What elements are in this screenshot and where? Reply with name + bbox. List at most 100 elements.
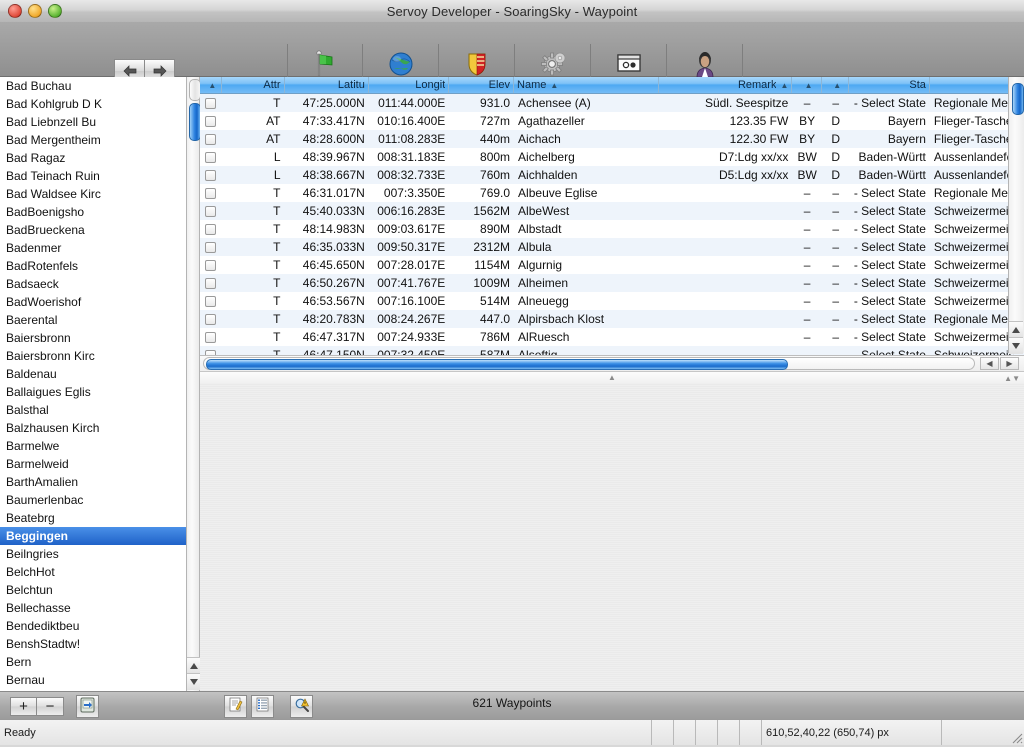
sidebar-list-item[interactable]: Bad Ragaz bbox=[0, 149, 186, 167]
cell-longitude: 009:03.617E bbox=[377, 222, 446, 236]
table-body[interactable]: T 47:25.000N 011:44.000E 931.0 Achensee (A) S… bbox=[200, 94, 1024, 364]
table-header-row[interactable]: ▲ Attr Latitu Longit Elev Name ▲ Remark ▲ ▲ ▲ Sta bbox=[200, 77, 1024, 94]
cell-latitude: 47:33.417N bbox=[302, 114, 365, 128]
hscroll-track[interactable] bbox=[203, 357, 975, 370]
sidebar-list-item[interactable]: BadBrueckena bbox=[0, 221, 186, 239]
row-select-checkbox[interactable] bbox=[200, 328, 222, 346]
sidebar-list-item[interactable]: Badenmer bbox=[0, 239, 186, 257]
table-row[interactable]: T 46:50.267N 007:41.767E 1009M Alheimen – – - S… bbox=[200, 274, 1024, 292]
hscroll-left-button[interactable]: ◀ bbox=[980, 357, 999, 370]
sidebar-list-item[interactable]: Beggingen bbox=[0, 527, 186, 545]
table-header-latitude[interactable]: Latitu bbox=[285, 77, 369, 93]
table-row[interactable]: L 48:38.667N 008:32.733E 760m Aichhalden D5:L… bbox=[200, 166, 1024, 184]
title-bar: Servoy Developer - SoaringSky - Waypoint bbox=[0, 0, 1024, 23]
sidebar-list-item[interactable]: BadBoenigsho bbox=[0, 203, 186, 221]
row-select-checkbox[interactable] bbox=[200, 220, 222, 238]
table-header-attr[interactable]: Attr bbox=[222, 77, 285, 93]
sidebar-list-item[interactable]: Baiersbronn bbox=[0, 329, 186, 347]
splitter-resize-icon[interactable]: ▲▼ bbox=[1004, 374, 1020, 383]
row-select-checkbox[interactable] bbox=[200, 310, 222, 328]
sidebar-list-item[interactable]: BarthAmalien bbox=[0, 473, 186, 491]
hscroll-thumb[interactable] bbox=[206, 359, 788, 370]
sidebar-list-item[interactable]: BadWoerishof bbox=[0, 293, 186, 311]
table-horizontal-scrollbar[interactable]: ◀ ▶ bbox=[200, 355, 1024, 372]
sidebar-list-item[interactable]: Bad Kohlgrub D K bbox=[0, 95, 186, 113]
hscroll-right-button[interactable]: ▶ bbox=[1000, 357, 1019, 370]
row-select-checkbox[interactable] bbox=[200, 94, 222, 112]
sidebar-list-item[interactable]: Badsaeck bbox=[0, 275, 186, 293]
sidebar-list-item[interactable]: Barmelweid bbox=[0, 455, 186, 473]
table-row[interactable]: L 48:39.967N 008:31.183E 800m Aichelberg D7:L… bbox=[200, 148, 1024, 166]
table-header-elevation[interactable]: Elev bbox=[449, 77, 515, 93]
table-row[interactable]: AT 48:28.600N 011:08.283E 440m Aichach 122.30… bbox=[200, 130, 1024, 148]
table-header-c2[interactable]: ▲ bbox=[822, 77, 850, 93]
sidebar-list-item[interactable]: Beatebrg bbox=[0, 509, 186, 527]
table-header-c1[interactable]: ▲ bbox=[792, 77, 822, 93]
sidebar-list-item[interactable]: BadRotenfels bbox=[0, 257, 186, 275]
sidebar-list-item[interactable]: Bad Liebnzell Bu bbox=[0, 113, 186, 131]
sidebar-scroll-down-button[interactable] bbox=[187, 673, 201, 690]
sidebar-list-item[interactable]: Bad Waldsee Kirc bbox=[0, 185, 186, 203]
table-vertical-scrollbar[interactable] bbox=[1008, 77, 1024, 354]
table-row[interactable]: AT 47:33.417N 010:16.400E 727m Agathazeller 1… bbox=[200, 112, 1024, 130]
sidebar-list-item[interactable]: Baldenau bbox=[0, 365, 186, 383]
table-header-remark[interactable]: Remark ▲ bbox=[659, 77, 793, 93]
sidebar-list-item[interactable]: Bern bbox=[0, 653, 186, 671]
table-row[interactable]: T 45:40.033N 006:16.283E 1562M AlbeWest – – - S… bbox=[200, 202, 1024, 220]
row-select-checkbox[interactable] bbox=[200, 274, 222, 292]
table-row[interactable]: T 46:47.317N 007:24.933E 786M AlRuesch – – - Se… bbox=[200, 328, 1024, 346]
sidebar-list-item[interactable]: Barmelwe bbox=[0, 437, 186, 455]
sidebar-list-item[interactable]: BenshStadtw! bbox=[0, 635, 186, 653]
table-scroll-down-button[interactable] bbox=[1009, 337, 1023, 354]
table-row[interactable]: T 46:45.650N 007:28.017E 1154M Algurnig – – - S… bbox=[200, 256, 1024, 274]
waypoints-table[interactable]: ▲ Attr Latitu Longit Elev Name ▲ Remark ▲ ▲ ▲ Sta T… bbox=[200, 77, 1024, 369]
sidebar-list-item[interactable]: Baumerlenbac bbox=[0, 491, 186, 509]
sidebar-list-item[interactable]: Baerental bbox=[0, 311, 186, 329]
table-header-name[interactable]: Name ▲ bbox=[514, 77, 660, 93]
table-row[interactable]: T 46:31.017N 007:3.350E 769.0 Albeuve Eglise… bbox=[200, 184, 1024, 202]
sidebar-list-item[interactable]: Balsthal bbox=[0, 401, 186, 419]
sidebar-list-item[interactable]: Bad Teinach Ruin bbox=[0, 167, 186, 185]
table-row[interactable]: T 46:53.567N 007:16.100E 514M Alneuegg – – - Se… bbox=[200, 292, 1024, 310]
table-scroll-up-button[interactable] bbox=[1009, 321, 1023, 338]
resize-grip-icon[interactable] bbox=[1009, 730, 1023, 744]
sidebar-list-item[interactable]: Bernau bbox=[0, 671, 186, 689]
row-select-checkbox[interactable] bbox=[200, 130, 222, 148]
cell-c1: – bbox=[803, 204, 811, 218]
sidebar-list-item[interactable]: Bad Mergentheim bbox=[0, 131, 186, 149]
row-select-checkbox[interactable] bbox=[200, 166, 222, 184]
row-select-checkbox[interactable] bbox=[200, 238, 222, 256]
row-select-checkbox[interactable] bbox=[200, 148, 222, 166]
table-header-check[interactable]: ▲ bbox=[200, 77, 222, 93]
row-select-checkbox[interactable] bbox=[200, 256, 222, 274]
cell-name: Algurnig bbox=[518, 258, 563, 272]
table-row[interactable]: T 48:20.783N 008:24.267E 447.0 Alpirsbach Kl… bbox=[200, 310, 1024, 328]
sidebar-list-item[interactable]: Bendediktbeu bbox=[0, 617, 186, 635]
splitter-collapse-icon[interactable]: ▲ bbox=[608, 374, 616, 382]
sidebar-list-item[interactable]: Belchtun bbox=[0, 581, 186, 599]
waypoint-detail-form: Name Beggingen Elevation 555m Latitude 4… bbox=[200, 383, 1024, 691]
sidebar-scroll-up-button[interactable] bbox=[187, 657, 201, 674]
row-select-checkbox[interactable] bbox=[200, 184, 222, 202]
cell-latitude: 47:25.000N bbox=[302, 96, 365, 110]
cell-c1: – bbox=[803, 222, 811, 236]
table-row[interactable]: T 46:35.033N 009:50.317E 2312M Albula – – - Sel… bbox=[200, 238, 1024, 256]
sidebar-list-item[interactable]: Baiersbronn Kirc bbox=[0, 347, 186, 365]
waypoint-name-list[interactable]: Bad Buchau Bad Kohlgrub D K Bad Liebnzell … bbox=[0, 77, 186, 691]
row-select-checkbox[interactable] bbox=[200, 292, 222, 310]
sidebar-list-item[interactable]: Bad Buchau bbox=[0, 77, 186, 95]
sidebar-list-item[interactable]: Bellechasse bbox=[0, 599, 186, 617]
sidebar-list-item[interactable]: Ballaigues Eglis bbox=[0, 383, 186, 401]
row-select-checkbox[interactable] bbox=[200, 112, 222, 130]
sidebar-scrollbar[interactable] bbox=[186, 77, 201, 691]
row-select-checkbox[interactable] bbox=[200, 202, 222, 220]
cell-longitude: 011:44.000E bbox=[378, 96, 446, 110]
sidebar-list-item[interactable]: Balzhausen Kirch bbox=[0, 419, 186, 437]
sidebar-list-item[interactable]: Beilngries bbox=[0, 545, 186, 563]
sidebar-list-item[interactable]: BelchHot bbox=[0, 563, 186, 581]
table-row[interactable]: T 47:25.000N 011:44.000E 931.0 Achensee (A) S… bbox=[200, 94, 1024, 112]
table-row[interactable]: T 48:14.983N 009:03.617E 890M Albstadt – – - Se… bbox=[200, 220, 1024, 238]
table-header-state[interactable]: Sta bbox=[849, 77, 930, 93]
table-header-longitude[interactable]: Longit bbox=[369, 77, 450, 93]
table-vscroll-thumb[interactable] bbox=[1012, 83, 1024, 115]
